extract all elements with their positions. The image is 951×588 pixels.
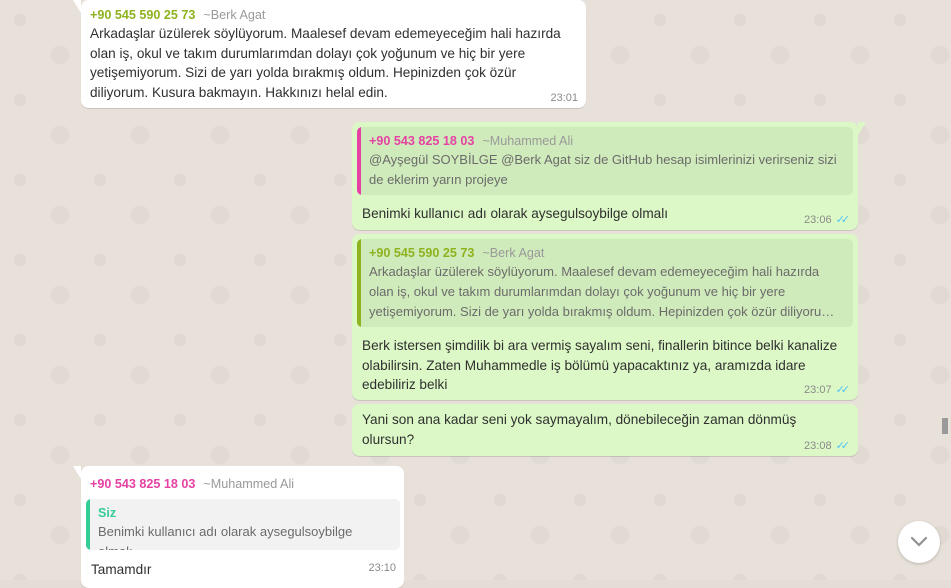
quote-bar (357, 127, 361, 195)
scrollbar-thumb[interactable] (942, 418, 948, 434)
message-time: 23:07 ✓✓ (804, 383, 851, 397)
quote-text: Arkadaşlar üzülerek söylüyorum. Maalesef… (369, 264, 835, 319)
scroll-down-button[interactable] (898, 521, 940, 563)
quote-text: @Ayşegül SOYBİLGE @Berk Agat siz de GitH… (369, 152, 837, 187)
sender-phone[interactable]: +90 543 825 18 03 (90, 477, 195, 491)
quoted-message[interactable]: +90 545 590 25 73 ~Berk Agat Arkadaşlar ü… (357, 239, 853, 327)
sender-info: +90 543 825 18 03 ~Muhammed Ali (90, 475, 294, 493)
sender-info: +90 545 590 25 73 ~Berk Agat (90, 6, 576, 24)
quote-text: Benimki kullanıcı adı olarak aysegulsoyb… (98, 524, 353, 550)
message-time: 23:10 (368, 562, 396, 574)
quote-sender: Siz (98, 506, 117, 520)
quote-sender-phone: +90 545 590 25 73 (369, 246, 475, 260)
double-check-icon: ✓✓ (835, 214, 851, 226)
chevron-down-icon (910, 536, 928, 547)
message-bubble-outgoing[interactable]: +90 545 590 25 73 ~Berk Agat Arkadaşlar ü… (352, 234, 858, 400)
quoted-message[interactable]: Siz Benimki kullanıcı adı olarak aysegul… (86, 499, 400, 550)
double-check-icon: ✓✓ (835, 384, 851, 396)
message-bubble-incoming[interactable]: +90 543 825 18 03 ~Muhammed Ali Siz Benim… (73, 466, 404, 588)
message-bubble-outgoing[interactable]: Yani son ana kadar seni yok saymayalım, … (352, 404, 858, 456)
message-bubble-incoming[interactable]: +90 545 590 25 73 ~Berk Agat Arkadaşlar ü… (73, 0, 586, 108)
message-time: 23:01 (550, 92, 578, 104)
sender-phone[interactable]: +90 545 590 25 73 (90, 8, 195, 22)
quote-bar (357, 239, 361, 327)
sender-alias: ~Muhammed Ali (203, 477, 295, 491)
message-time: 23:08 ✓✓ (804, 439, 851, 453)
quote-sender: +90 543 825 18 03 ~Muhammed Ali (369, 132, 841, 150)
quote-sender-alias: ~Muhammed Ali (482, 134, 574, 148)
quote-sender: +90 545 590 25 73 ~Berk Agat (369, 244, 841, 262)
message-bubble-outgoing[interactable]: +90 543 825 18 03 ~Muhammed Ali @Ayşegül … (352, 122, 866, 230)
message-text: Yani son ana kadar seni yok saymayalım, … (362, 412, 797, 447)
quote-sender-alias: ~Berk Agat (482, 246, 545, 260)
double-check-icon: ✓✓ (835, 440, 851, 452)
sender-alias: ~Berk Agat (203, 8, 266, 22)
quote-sender-phone: +90 543 825 18 03 (369, 134, 475, 148)
message-text: Tamamdır (91, 562, 152, 577)
quoted-message[interactable]: +90 543 825 18 03 ~Muhammed Ali @Ayşegül … (357, 127, 853, 195)
message-text: Arkadaşlar üzülerek söylüyorum. Maalesef… (90, 26, 561, 100)
quote-bar (86, 499, 90, 550)
message-time: 23:06 ✓✓ (804, 213, 851, 227)
message-text: Berk istersen şimdilik bi ara vermiş say… (362, 338, 838, 392)
message-text: Benimki kullanıcı adı olarak aysegulsoyb… (362, 206, 669, 221)
